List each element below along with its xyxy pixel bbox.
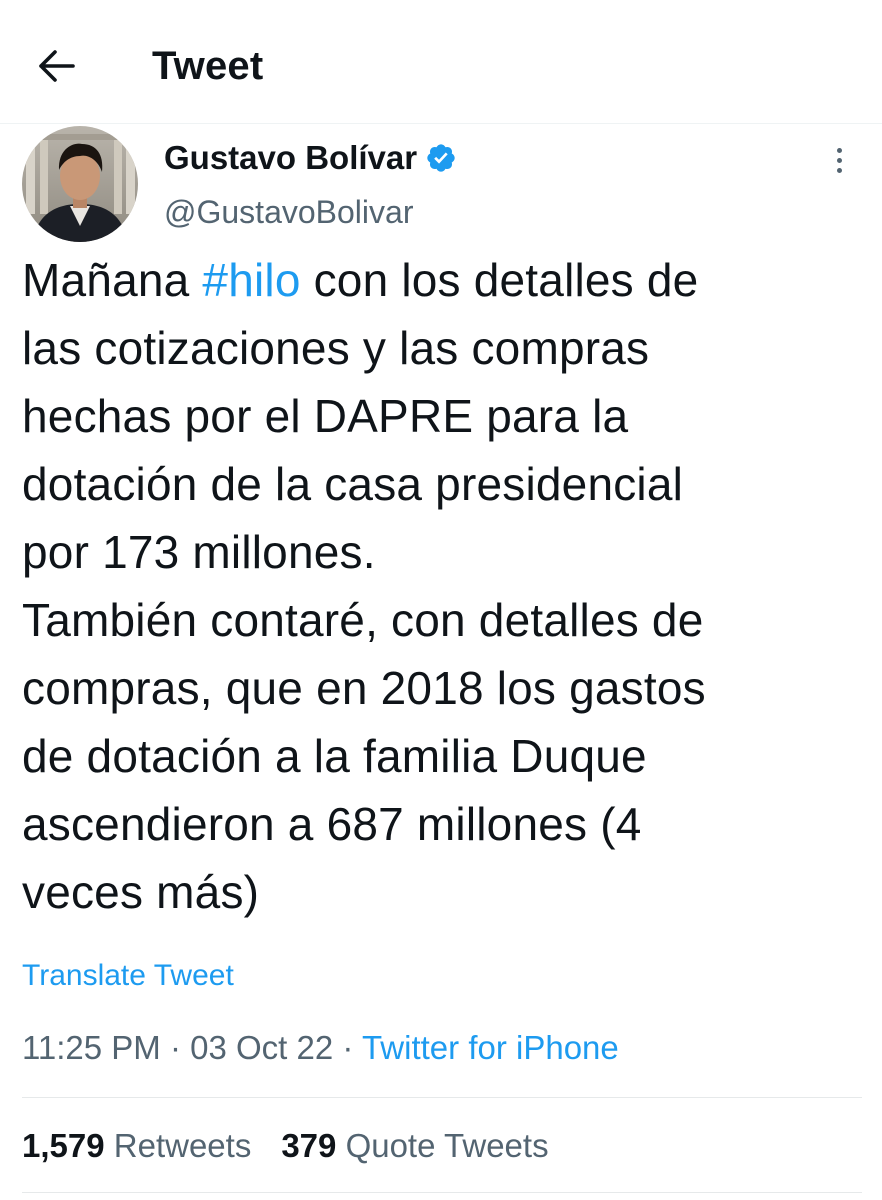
- quote-tweets-label: Quote Tweets: [345, 1127, 549, 1164]
- quote-tweets-count: 379: [281, 1127, 337, 1164]
- page-title: Tweet: [152, 44, 264, 88]
- tweet-line: de dotación a la familia Duque: [22, 730, 647, 782]
- quote-tweets-stat[interactable]: 379 Quote Tweets: [281, 1127, 548, 1164]
- divider: [22, 1192, 862, 1193]
- retweets-stat[interactable]: 1,579 Retweets: [22, 1127, 251, 1164]
- author-name-row: Gustavo Bolívar: [164, 136, 457, 180]
- tweet-date[interactable]: 03 Oct 22: [190, 1029, 333, 1066]
- arrow-left-icon: [39, 50, 75, 82]
- tweet-line: También contaré, con detalles de: [22, 594, 704, 646]
- author-handle[interactable]: @GustavoBolivar: [164, 190, 413, 234]
- author-name[interactable]: Gustavo Bolívar: [164, 136, 417, 180]
- tweet-line: Mañana #hilo con los detalles de: [22, 254, 699, 306]
- tweet-line: compras, que en 2018 los gastos: [22, 662, 706, 714]
- hashtag-link[interactable]: #hilo: [202, 254, 300, 306]
- avatar[interactable]: [22, 126, 138, 242]
- tweet-line: hechas por el DAPRE para la: [22, 390, 629, 442]
- tweet-line: dotación de la casa presidencial: [22, 458, 684, 510]
- tweet-text: Mañana #hilo con los detalles de las cot…: [22, 246, 862, 926]
- top-bar: Tweet: [0, 0, 882, 124]
- retweets-label: Retweets: [113, 1127, 252, 1164]
- tweet-line: las cotizaciones y las compras: [22, 322, 650, 374]
- tweet-line: veces más): [22, 866, 260, 918]
- tweet-stats: 1,579 Retweets 379 Quote Tweets: [22, 1124, 549, 1168]
- back-button[interactable]: [28, 40, 84, 92]
- verified-badge-icon: [427, 144, 455, 172]
- tweet-line: por 173 millones.: [22, 526, 376, 578]
- tweet-time[interactable]: 11:25 PM: [22, 1029, 161, 1066]
- tweet-meta: 11:25 PM · 03 Oct 22 · Twitter for iPhon…: [22, 1029, 619, 1066]
- translate-tweet-link[interactable]: Translate Tweet: [22, 954, 234, 998]
- profile-photo: [22, 126, 138, 242]
- tweet-source-link[interactable]: Twitter for iPhone: [362, 1029, 619, 1066]
- more-vertical-icon: [836, 147, 842, 153]
- retweets-count: 1,579: [22, 1127, 105, 1164]
- divider: [22, 1097, 862, 1098]
- tweet-line: ascendieron a 687 millones (4: [22, 798, 642, 850]
- more-options-button[interactable]: [826, 140, 852, 180]
